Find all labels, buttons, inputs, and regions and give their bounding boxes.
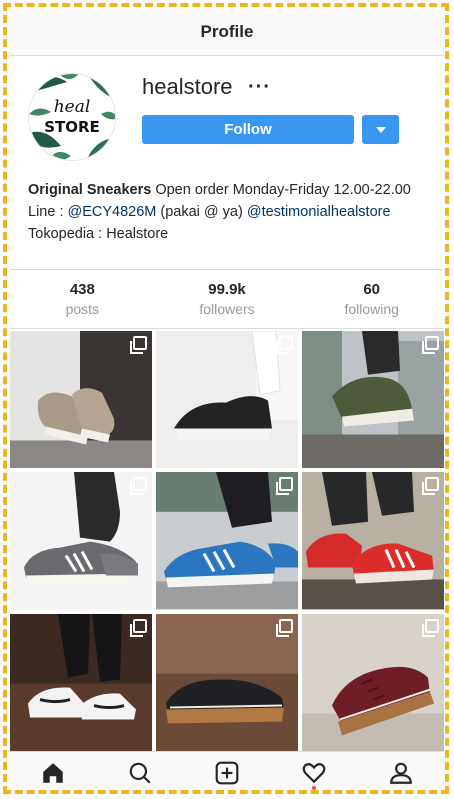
chevron-down-icon [375, 126, 386, 133]
bio-line-note: (pakai @ ya) [156, 204, 247, 220]
search-icon [129, 762, 151, 784]
post-thumbnail[interactable] [156, 472, 298, 610]
stat-label: followers [199, 301, 255, 317]
tab-home[interactable] [33, 756, 73, 790]
testimonial-handle-link[interactable]: @testimonialhealstore [247, 204, 391, 220]
bio: Original Sneakers Open order Monday-Frid… [28, 179, 438, 245]
heart-icon [302, 762, 326, 783]
bio-line-prefix: Line : [28, 204, 68, 220]
post-thumbnail[interactable] [156, 613, 298, 751]
bottom-tab-bar [10, 751, 444, 792]
post-thumbnail[interactable] [10, 613, 152, 751]
stat-posts[interactable]: 438 posts [10, 270, 155, 328]
post-thumbnail[interactable] [302, 613, 444, 751]
home-icon [43, 762, 64, 783]
multiple-photos-icon [422, 618, 439, 637]
top-bar: Profile [10, 9, 444, 56]
profile-icon [389, 762, 412, 784]
post-thumbnail[interactable] [156, 331, 298, 469]
tab-activity[interactable] [294, 756, 334, 790]
bio-headline: Original Sneakers [28, 182, 152, 198]
profile-stats: 438 posts 99.9k followers 60 following [10, 269, 444, 329]
post-thumbnail[interactable] [302, 331, 444, 469]
multiple-photos-icon [130, 336, 147, 354]
multiple-photos-icon [276, 336, 293, 354]
avatar-logo-text: STORE [44, 118, 100, 136]
post-grid [10, 331, 444, 751]
profile-screen: Profile heal STORE healstore ··· Follow … [10, 9, 444, 792]
stat-label: following [344, 301, 399, 317]
multiple-photos-icon [422, 336, 439, 354]
page-title: Profile [200, 22, 254, 41]
bio-line-2: Line : @ECY4826M (pakai @ ya) @testimoni… [28, 201, 438, 223]
tab-new-post[interactable] [207, 756, 247, 790]
post-thumbnail[interactable] [10, 331, 152, 469]
multiple-photos-icon [276, 618, 293, 637]
line-id-link[interactable]: @ECY4826M [68, 204, 157, 220]
tab-profile[interactable] [381, 756, 421, 790]
notification-dot [311, 785, 316, 790]
avatar[interactable]: heal STORE [28, 73, 116, 161]
follow-button[interactable]: Follow [142, 115, 354, 144]
multiple-photos-icon [130, 477, 147, 496]
tab-search[interactable] [120, 756, 160, 790]
stat-value: 438 [69, 281, 95, 298]
multiple-photos-icon [276, 477, 293, 496]
multiple-photos-icon [130, 618, 147, 637]
stat-label: posts [65, 301, 100, 317]
bio-line-3: Tokopedia : Healstore [28, 226, 169, 242]
post-thumbnail[interactable] [10, 472, 152, 610]
multiple-photos-icon [422, 477, 439, 496]
suggested-dropdown-button[interactable] [362, 115, 399, 144]
post-thumbnail[interactable] [302, 472, 444, 610]
more-options-icon[interactable]: ··· [248, 76, 271, 99]
stat-value: 99.9k [208, 281, 246, 298]
stat-following[interactable]: 60 following [299, 270, 444, 328]
avatar-script-text: heal [54, 97, 91, 117]
stat-followers[interactable]: 99.9k followers [155, 270, 300, 328]
stat-value: 60 [363, 281, 381, 298]
username: healstore [142, 74, 233, 99]
add-post-icon [215, 761, 239, 784]
bio-hours: Open order Monday-Friday 12.00-22.00 [151, 182, 411, 198]
bio-line-1: Original Sneakers Open order Monday-Frid… [28, 179, 438, 201]
